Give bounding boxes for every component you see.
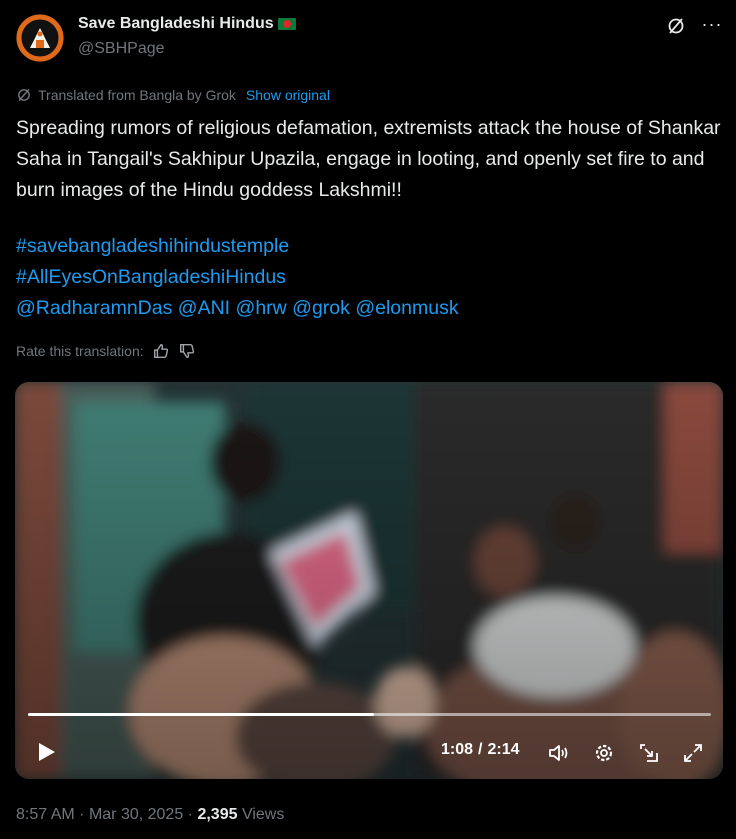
- play-icon[interactable]: [34, 740, 58, 764]
- author-handle[interactable]: @SBHPage: [78, 40, 165, 58]
- avatar[interactable]: [16, 14, 64, 62]
- video-frame: [15, 382, 723, 779]
- translation-notice: Translated from Bangla by Grok Show orig…: [16, 86, 330, 104]
- video-progress-fill: [28, 713, 375, 716]
- settings-icon[interactable]: [592, 741, 616, 765]
- show-original-link[interactable]: Show original: [246, 87, 330, 103]
- avatar-logo: [16, 14, 64, 62]
- tweet-time[interactable]: 8:57 AM: [16, 806, 75, 823]
- tweet-text: Spreading rumors of religious defamation…: [16, 113, 722, 206]
- tweet-date[interactable]: Mar 30, 2025: [89, 806, 183, 823]
- thumbs-up-icon[interactable]: [152, 342, 170, 360]
- hashtag-link[interactable]: #savebangladeshihindustemple: [16, 235, 289, 257]
- mention-link[interactable]: @elonmusk: [355, 297, 458, 319]
- hashtag-link[interactable]: #AllEyesOnBangladeshiHindus: [16, 266, 286, 288]
- rate-label: Rate this translation:: [16, 343, 144, 359]
- mention-link[interactable]: @hrw: [236, 297, 287, 319]
- bangladesh-flag-icon: [277, 18, 296, 30]
- volume-icon[interactable]: [547, 741, 571, 765]
- video-progress-bar[interactable]: [28, 713, 711, 716]
- video-timecode: 1:08 / 2:14: [441, 741, 520, 759]
- fullscreen-icon[interactable]: [681, 741, 705, 765]
- mention-link[interactable]: @grok: [292, 297, 350, 319]
- time-separator: /: [478, 741, 483, 758]
- meta-dot: ·: [79, 806, 85, 823]
- translation-label: Translated from Bangla by Grok: [38, 87, 236, 103]
- author-name-text[interactable]: Save Bangladeshi Hindus: [78, 15, 274, 33]
- grok-icon[interactable]: [665, 15, 687, 37]
- pip-icon[interactable]: [637, 741, 661, 765]
- current-time: 1:08: [441, 741, 474, 758]
- views-label: Views: [241, 806, 285, 823]
- mention-link[interactable]: @ANI: [178, 297, 230, 319]
- views-count: 2,395: [197, 806, 238, 823]
- tweet-meta: 8:57 AM · Mar 30, 2025 · 2,395 Views: [16, 806, 284, 824]
- rate-translation: Rate this translation:: [16, 342, 196, 360]
- video-player[interactable]: 1:08 / 2:14: [15, 382, 723, 779]
- meta-dot: ·: [187, 806, 193, 823]
- grok-small-icon: [18, 88, 30, 102]
- tweet-body: Spreading rumors of religious defamation…: [16, 117, 721, 201]
- author-name[interactable]: Save Bangladeshi Hindus: [78, 15, 296, 33]
- tweet-links: #savebangladeshihindustemple #AllEyesOnB…: [16, 231, 459, 324]
- duration: 2:14: [487, 741, 520, 758]
- thumbs-down-icon[interactable]: [178, 342, 196, 360]
- more-icon[interactable]: ···: [699, 13, 725, 35]
- mention-link[interactable]: @RadharamnDas: [16, 297, 172, 319]
